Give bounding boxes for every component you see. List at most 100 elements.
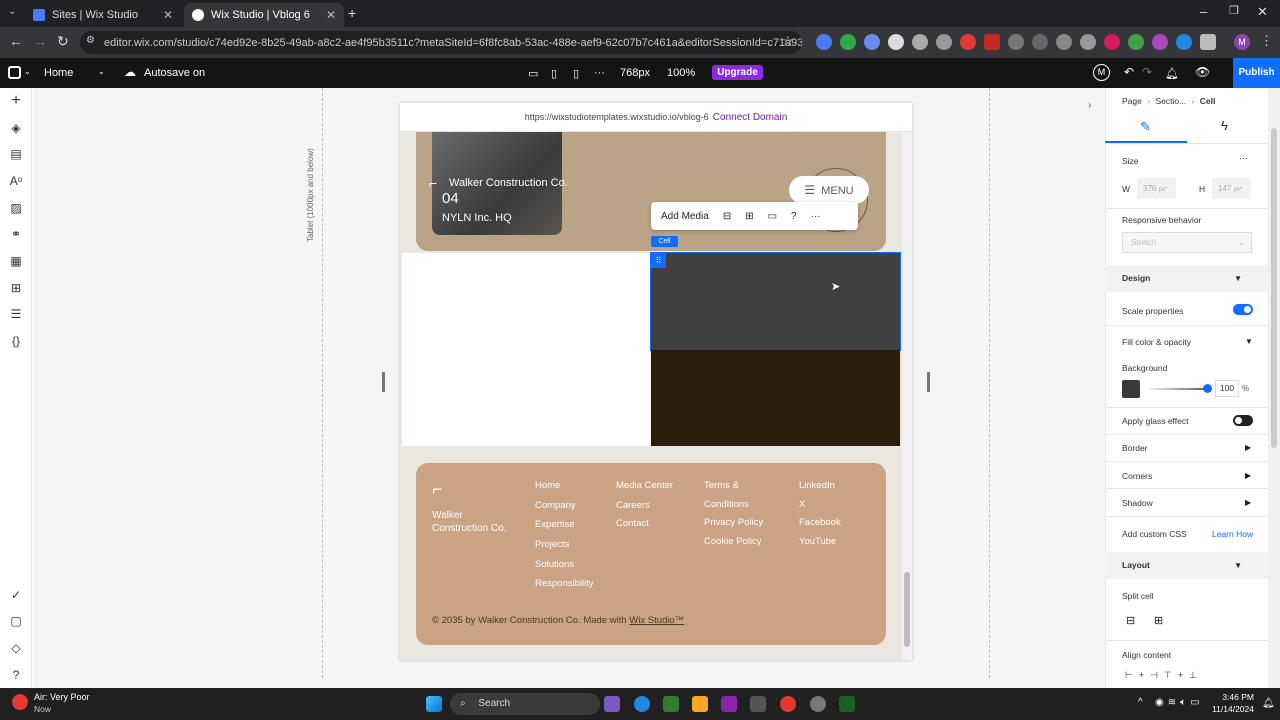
footer-link[interactable]: YouTube <box>799 536 841 556</box>
opacity-slider-track[interactable] <box>1150 388 1210 390</box>
reload-icon[interactable]: ↻ <box>57 33 69 50</box>
windows-start-icon[interactable] <box>426 696 442 712</box>
publish-button[interactable]: Publish <box>1233 58 1280 88</box>
app-icon[interactable] <box>721 696 737 712</box>
help-icon[interactable]: ? <box>791 211 797 222</box>
learn-how-link[interactable]: Learn How <box>1212 529 1253 539</box>
clock-date[interactable]: 11/14/2024 <box>1205 704 1254 714</box>
interactions-tab-bolt-icon[interactable]: ϟ <box>1221 118 1228 133</box>
browser-tab-vblog[interactable]: Wix Studio | Vblog 6 ✕ <box>184 3 344 27</box>
corners-label[interactable]: Corners <box>1122 471 1152 481</box>
site-styles-icon[interactable]: Aᵒ <box>9 174 23 188</box>
page-selector[interactable]: Home <box>44 67 73 79</box>
tablet-icon[interactable]: ▯ <box>551 67 557 80</box>
preview-scrollbar[interactable] <box>902 132 912 660</box>
business-apps-icon[interactable]: ⊞ <box>9 281 23 295</box>
extension-icon[interactable] <box>1056 34 1072 50</box>
drag-handle-icon[interactable]: ⠿ <box>651 253 666 268</box>
fill-caret-icon[interactable]: ▼ <box>1245 337 1253 346</box>
zoom-level[interactable]: 100% <box>667 67 695 79</box>
opacity-input[interactable]: 100 <box>1215 380 1239 397</box>
resize-handle-left[interactable] <box>382 372 385 392</box>
footer-link[interactable]: Company <box>535 500 594 520</box>
background-color-swatch[interactable] <box>1122 380 1140 398</box>
more-actions-icon[interactable]: ··· <box>811 211 821 222</box>
excel-icon[interactable] <box>839 696 855 712</box>
footer-link[interactable]: X <box>799 499 841 518</box>
forward-icon[interactable]: → <box>33 33 47 49</box>
redo-icon[interactable]: ↷ <box>1142 65 1152 79</box>
extension-icon[interactable] <box>1152 34 1168 50</box>
inspector-scrollbar[interactable] <box>1268 88 1280 688</box>
footer-link[interactable]: Solutions <box>535 559 594 579</box>
footer-link[interactable]: Expertise <box>535 519 594 539</box>
layers-icon[interactable]: ◈ <box>9 121 23 135</box>
border-label[interactable]: Border <box>1122 443 1148 453</box>
close-window-icon[interactable]: ✕ <box>1257 4 1268 20</box>
split-vertical-icon[interactable]: ⊞ <box>1154 614 1163 627</box>
grid-cell-white[interactable] <box>402 253 651 446</box>
footer-link[interactable]: Media Center <box>616 480 673 500</box>
system-tray-icons[interactable]: ◉≋🔈︎▭ <box>1155 697 1204 708</box>
add-elements-icon[interactable]: + <box>9 93 23 109</box>
copilot-icon[interactable] <box>604 696 620 712</box>
footer-link[interactable]: Home <box>535 480 594 500</box>
extension-icon[interactable] <box>816 34 832 50</box>
menu-button[interactable]: ☰ MENU <box>789 176 869 204</box>
resize-handle-right[interactable] <box>927 372 930 392</box>
help-icon[interactable]: ? <box>9 668 23 682</box>
extension-icon[interactable] <box>960 34 976 50</box>
file-explorer-icon[interactable] <box>692 696 708 712</box>
preview-eye-icon[interactable]: 👁︎ <box>1195 65 1210 79</box>
extension-icon[interactable] <box>864 34 880 50</box>
cms-icon[interactable]: ⚭ <box>9 227 23 241</box>
desktop-icon[interactable]: ▭ <box>528 67 538 80</box>
footer-link[interactable]: Facebook <box>799 517 841 536</box>
close-tab-icon[interactable]: ✕ <box>326 8 336 22</box>
grid-cell-selected[interactable] <box>650 252 901 351</box>
data-table-icon[interactable]: ☰ <box>9 307 23 321</box>
footer-link[interactable]: Privacy Policy <box>704 517 763 536</box>
media-icon[interactable]: ▨ <box>9 201 23 215</box>
inspector-scroll-thumb[interactable] <box>1271 128 1277 448</box>
layout-section-header[interactable]: Layout ▼ <box>1105 552 1268 579</box>
shadow-caret-icon[interactable]: ▶ <box>1245 498 1251 507</box>
taskbar-search[interactable]: ⌕ Search <box>450 693 600 715</box>
extension-icon[interactable] <box>984 34 1000 50</box>
profile-avatar[interactable]: M <box>1234 34 1250 50</box>
page-chevron-icon[interactable]: ⌄ <box>98 67 105 76</box>
extension-icon[interactable] <box>888 34 904 50</box>
extension-icon[interactable] <box>1080 34 1096 50</box>
checklist-icon[interactable]: ✓ <box>9 588 23 602</box>
notification-icon[interactable]: 🔔︎ <box>1262 698 1275 709</box>
browser-menu-icon[interactable]: ⋮ <box>1260 33 1273 49</box>
border-caret-icon[interactable]: ▶ <box>1245 443 1251 452</box>
add-media-button[interactable]: Add Media <box>661 211 709 222</box>
split-horizontal-icon[interactable]: ⊟ <box>723 211 731 222</box>
extension-icon[interactable] <box>912 34 928 50</box>
split-horizontal-icon[interactable]: ⊟ <box>1126 614 1135 627</box>
footer-link[interactable]: Responsibility <box>535 578 594 598</box>
extension-icon[interactable] <box>1032 34 1048 50</box>
upgrade-button[interactable]: Upgrade <box>712 65 763 80</box>
comments-icon[interactable]: ▢ <box>9 614 23 628</box>
align-content-icons[interactable]: ⊢+⊣⊤+⊥ <box>1125 670 1203 681</box>
width-input[interactable]: 376 px* <box>1137 178 1176 199</box>
footer-link[interactable]: Cookie Policy <box>704 536 763 556</box>
scrollbar-thumb[interactable] <box>904 572 910 647</box>
clock-time[interactable]: 3:46 PM <box>1212 692 1254 702</box>
opacity-slider-thumb[interactable] <box>1203 384 1212 393</box>
extension-icon[interactable] <box>840 34 856 50</box>
design-tab-brush-icon[interactable]: ✎ <box>1140 119 1151 135</box>
responsive-behavior-dropdown[interactable]: Stretch ⌄ <box>1122 232 1252 253</box>
footer-link[interactable]: Conditions <box>704 499 763 518</box>
shadow-label[interactable]: Shadow <box>1122 498 1153 508</box>
extension-icon[interactable] <box>1176 34 1192 50</box>
grid-cell-brown[interactable] <box>651 350 900 446</box>
chrome-icon[interactable] <box>780 696 796 712</box>
maximize-icon[interactable]: ❐ <box>1229 4 1239 17</box>
breakpoint-width[interactable]: 768px <box>620 67 650 79</box>
back-icon[interactable]: ← <box>9 33 23 49</box>
breadcrumb-page[interactable]: Page <box>1122 96 1142 106</box>
apps-icon[interactable]: ▦ <box>9 254 23 268</box>
